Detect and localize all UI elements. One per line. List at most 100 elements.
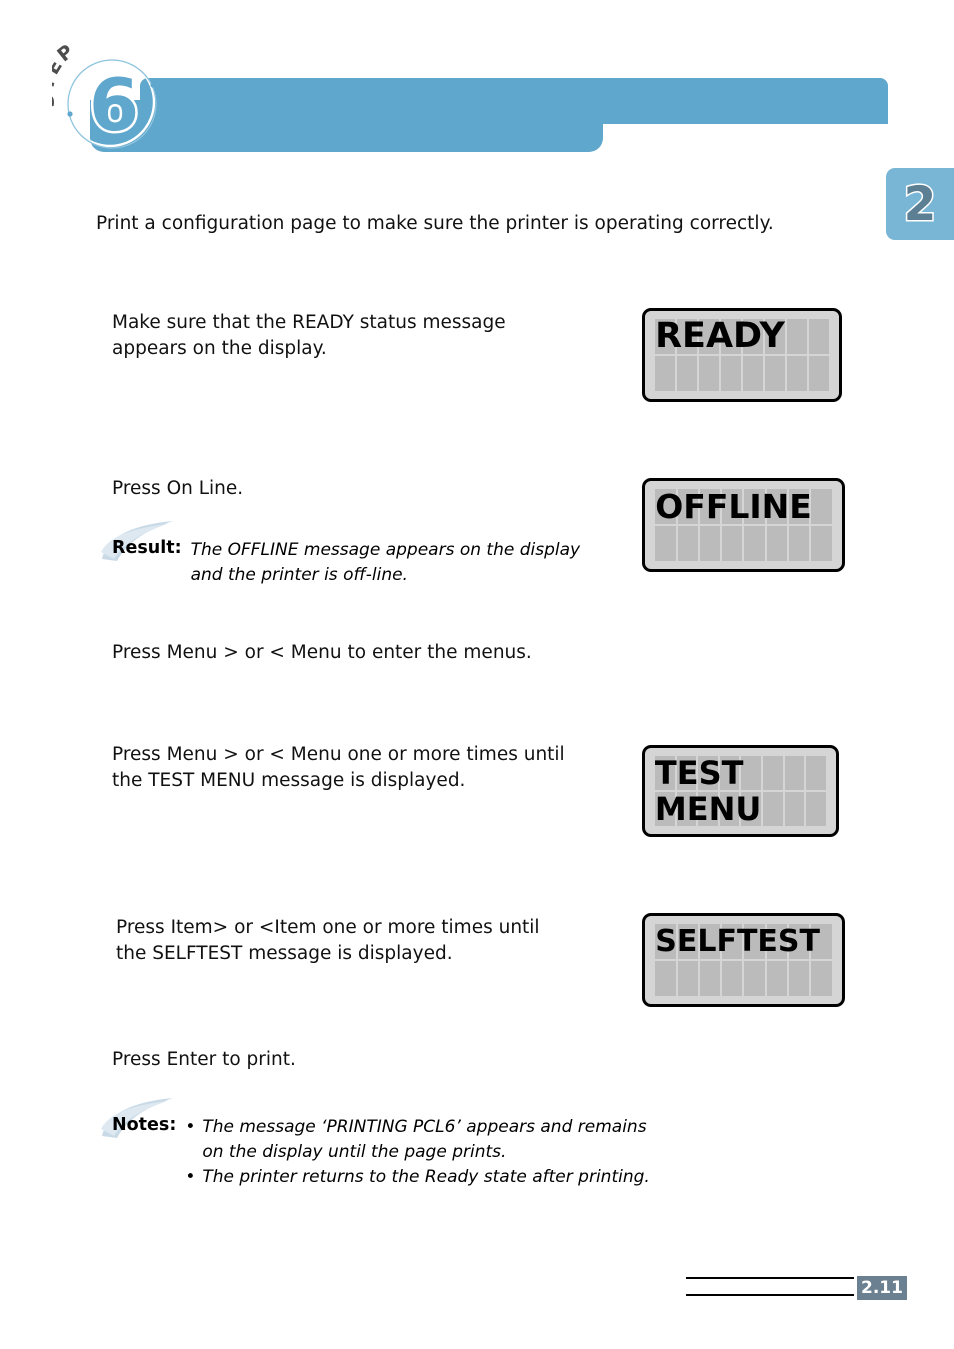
lcd-cell [789,961,810,997]
lcd-cell [743,356,763,392]
step-selftest-instruction: Press Item> or <Item one or more times u… [116,917,540,964]
lcd-cell [744,923,765,959]
step-badge: STEP 6 [52,40,172,160]
lcd-cell [784,792,805,827]
lcd-cell [789,526,810,562]
test-menu-lcd-row-1: TEST [654,754,827,792]
selftest-lcd-row-2 [655,961,832,997]
lcd-cell [806,792,827,827]
lcd-cell [808,318,829,354]
lcd-cell [744,488,765,524]
page-number: 2.11 [857,1276,907,1300]
lcd-cell [676,792,697,827]
lcd-cell [763,755,783,790]
lcd-cell [721,318,742,354]
lcd-cell [786,318,807,354]
lcd-cell [655,488,676,524]
lcd-cell [698,792,718,827]
lcd-cell [765,356,785,392]
lcd-cell [677,923,698,959]
step-number-text: 6 [89,63,139,147]
lcd-cell [655,356,676,392]
offline-lcd-row-2 [655,526,832,562]
lcd-cell [655,318,676,354]
lcd-cell [744,526,765,562]
lcd-cell [654,755,675,790]
lcd-cell [806,755,827,790]
selftest-lcd-grid: SELFTEST [655,923,832,997]
lcd-cell [722,961,743,997]
lcd-cell [766,488,788,524]
step-test-menu-instruction: Press Menu > or < Menu one or more times… [112,744,565,791]
footer-rule-top [686,1277,854,1279]
note-item: The message ‘PRINTING PCL6’ appears and … [185,1115,649,1165]
lcd-cell [722,488,743,524]
lcd-cell [677,526,698,562]
lcd-cell [789,923,810,959]
lcd-cell [763,792,783,827]
test-menu-lcd-grid: TEST MENU [654,754,827,828]
lcd-cell [677,488,698,524]
header-banner: STEP 6 [0,0,954,175]
step-online-instruction: Press On Line. [112,478,244,499]
lcd-cell [677,961,698,997]
step-ready-instruction: Make sure that the READY status message … [112,312,506,359]
lcd-cell [677,318,698,354]
offline-lcd-grid: OFFLINE [655,487,832,562]
ready-lcd-row-1: READY [655,316,829,356]
lcd-cell [699,318,720,354]
notes-list: The message ‘PRINTING PCL6’ appears and … [185,1115,649,1190]
result-body: The OFFLINE message appears on the displ… [190,540,581,585]
lcd-cell [811,526,832,562]
lcd-cell [676,755,697,790]
ready-lcd-row-2 [655,356,829,392]
notes-label: Notes: [112,1115,177,1135]
offline-lcd-row-1: OFFLINE [655,487,832,526]
lcd-cell [699,923,721,959]
lcd-cell [721,356,742,392]
lcd-cell [655,526,676,562]
lcd-cell [743,318,763,354]
step-print-instruction: Press Enter to print. [112,1049,296,1070]
lcd-cell [719,792,740,827]
lcd-cell [789,488,810,524]
lcd-cell [699,961,721,997]
lcd-cell [655,961,676,997]
result-label: Result: [112,538,182,558]
intro-paragraph: Print a configuration page to make sure … [96,213,774,234]
ready-lcd-grid: READY [655,316,829,392]
chapter-number: 2 [902,175,938,233]
lcd-cell [699,356,720,392]
notes-callout: Notes: The message ‘PRINTING PCL6’ appea… [101,1098,712,1190]
lcd-cell [765,318,785,354]
lcd-cell [699,526,721,562]
lcd-cell [722,923,743,959]
lcd-cell [811,923,832,959]
lcd-cell [811,961,832,997]
test-menu-lcd: TEST MENU [642,745,839,837]
lcd-cell [766,526,788,562]
test-menu-lcd-row-2: MENU [654,790,827,828]
lcd-cell [808,356,829,392]
lcd-cell [741,792,762,827]
footer-rule-bottom [686,1294,854,1296]
lcd-cell [786,356,807,392]
lcd-cell [677,356,698,392]
lcd-cell [744,961,765,997]
selftest-lcd: SELFTEST [642,913,845,1007]
note-item: The printer returns to the Ready state a… [185,1165,649,1190]
lcd-cell [655,923,676,959]
lcd-cell [766,961,788,997]
selftest-lcd-row-1: SELFTEST [655,923,832,959]
result-callout: Result: The OFFLINE message appears on t… [101,521,632,588]
chapter-tab: 2 [886,168,954,240]
lcd-cell [698,755,718,790]
lcd-cell [699,488,721,524]
ready-lcd: READY [642,308,842,402]
lcd-cell [654,792,675,827]
lcd-cell [741,755,762,790]
lcd-cell [811,488,832,524]
lcd-cell [784,755,805,790]
lcd-cell [766,923,788,959]
lcd-cell [719,755,740,790]
